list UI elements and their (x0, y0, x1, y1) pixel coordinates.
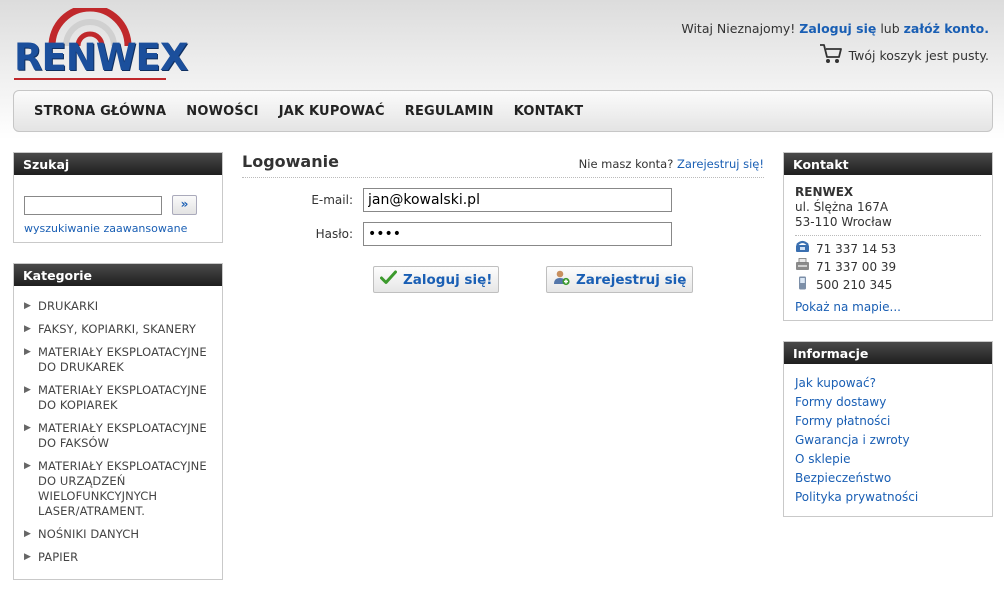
info-link-how-to-buy[interactable]: Jak kupować? (795, 376, 876, 390)
category-item-printer-supplies[interactable]: ▶ MATERIAŁY EKSPLOATACYJNE DO DRUKAREK (24, 345, 212, 375)
search-box: Szukaj » wyszukiwanie zaawansowane (13, 152, 223, 243)
info-link-security[interactable]: Bezpieczeństwo (795, 471, 891, 485)
cart-status: Twój koszyk jest pusty. (848, 48, 989, 63)
register-button-label: Zarejestruj się (576, 271, 687, 288)
logo-text: RENWEX (14, 36, 188, 79)
page-title: Logowanie (242, 152, 339, 171)
search-button[interactable]: » (172, 195, 197, 215)
password-label: Hasło: (315, 227, 353, 241)
nav-item-terms[interactable]: REGULAMIN (405, 104, 494, 119)
email-row: E-mail: (242, 188, 672, 212)
info-link-about[interactable]: O sklepie (795, 452, 851, 466)
nav-item-contact[interactable]: KONTAKT (514, 104, 584, 119)
category-list: ▶ DRUKARKI ▶ FAKSY, KOPIARKI, SKANERY ▶ MAT… (24, 299, 212, 565)
main-nav: STRONA GŁÓWNA NOWOŚCI JAK KUPOWAĆ REGULA… (13, 90, 993, 132)
triangle-right-icon: ▶ (24, 423, 31, 433)
mobile-row: 500 210 345 (795, 276, 981, 295)
no-account-text: Nie masz konta? (578, 157, 674, 171)
shopping-cart-icon[interactable] (819, 43, 843, 68)
mobile-phone-icon (795, 276, 810, 295)
city-address: 53-110 Wrocław (795, 215, 892, 229)
advanced-search-link[interactable]: wyszukiwanie zaawansowane (24, 222, 212, 235)
email-field[interactable] (363, 188, 672, 212)
info-link-warranty[interactable]: Gwarancja i zwroty (795, 433, 910, 447)
nav-item-home[interactable]: STRONA GŁÓWNA (34, 104, 166, 119)
phone-icon (795, 240, 810, 258)
categories-box-title: Kategorie (14, 264, 222, 286)
add-user-icon (553, 269, 570, 290)
categories-box: Kategorie ▶ DRUKARKI ▶ FAKSY, KOPIARKI, SK… (13, 263, 223, 580)
greeting-text: Witaj Nieznajomy! (681, 21, 796, 36)
register-now-link[interactable]: Zarejestruj się! (677, 157, 764, 171)
category-item-data-media[interactable]: ▶ NOŚNIKI DANYCH (24, 527, 212, 542)
triangle-right-icon: ▶ (24, 529, 31, 539)
cart-bar[interactable]: Twój koszyk jest pusty. (819, 43, 989, 68)
triangle-right-icon: ▶ (24, 324, 31, 334)
register-link[interactable]: załóż konto. (904, 21, 989, 36)
phone-number: 71 337 14 53 (816, 241, 897, 256)
search-input[interactable] (24, 195, 162, 215)
contact-box-title: Kontakt (784, 153, 992, 175)
category-item-fax-supplies[interactable]: ▶ MATERIAŁY EKSPLOATACYJNE DO FAKSÓW (24, 421, 212, 451)
fax-icon (795, 258, 810, 276)
user-bar: Witaj Nieznajomy! Zaloguj się lub załóż … (681, 21, 989, 36)
info-link-payment[interactable]: Formy płatności (795, 414, 890, 428)
info-link-list: Jak kupować? Formy dostawy Formy płatnoś… (795, 374, 981, 507)
login-section: Logowanie Nie masz konta? Zarejestruj si… (242, 152, 764, 178)
mobile-number: 500 210 345 (816, 278, 893, 292)
info-box: Informacje Jak kupować? Formy dostawy Fo… (783, 341, 993, 517)
login-button[interactable]: Zaloguj się! (373, 266, 500, 293)
category-item-fax-copiers[interactable]: ▶ FAKSY, KOPIARKI, SKANERY (24, 322, 212, 337)
triangle-right-icon: ▶ (24, 552, 31, 562)
contact-box: Kontakt RENWEX ul. Ślężna 167A 53-110 Wr… (783, 152, 993, 321)
logo[interactable]: RENWEX (12, 8, 188, 84)
password-field[interactable] (363, 222, 672, 246)
nav-item-how-to-buy[interactable]: JAK KUPOWAĆ (279, 104, 385, 119)
category-item-paper[interactable]: ▶ PAPIER (24, 550, 212, 565)
triangle-right-icon: ▶ (24, 385, 31, 395)
nav-item-news[interactable]: NOWOŚCI (186, 104, 258, 119)
triangle-right-icon: ▶ (24, 301, 31, 311)
logo-underline (14, 78, 166, 80)
info-link-delivery[interactable]: Formy dostawy (795, 395, 886, 409)
password-row: Hasło: (242, 222, 672, 246)
divider (795, 235, 981, 236)
category-item-copier-supplies[interactable]: ▶ MATERIAŁY EKSPLOATACYJNE DO KOPIAREK (24, 383, 212, 413)
search-box-title: Szukaj (14, 153, 222, 175)
no-account-note: Nie masz konta? Zarejestruj się! (579, 157, 764, 171)
info-link-privacy[interactable]: Polityka prywatności (795, 490, 918, 504)
street-address: ul. Ślężna 167A (795, 200, 889, 214)
show-map-link[interactable]: Pokaż na mapie... (795, 300, 981, 315)
category-item-printers[interactable]: ▶ DRUKARKI (24, 299, 212, 314)
fax-row: 71 337 00 39 (795, 258, 981, 276)
register-button[interactable]: Zarejestruj się (546, 266, 694, 293)
category-item-multifunction-supplies[interactable]: ▶ MATERIAŁY EKSPLOATACYJNE DO URZĄDZEŃ WI… (24, 459, 212, 519)
phone-row: 71 337 14 53 (795, 240, 981, 258)
email-label: E-mail: (311, 193, 353, 207)
separator-text: lub (880, 21, 900, 36)
fax-number: 71 337 00 39 (816, 259, 897, 274)
triangle-right-icon: ▶ (24, 347, 31, 357)
checkmark-icon (380, 270, 397, 289)
triangle-right-icon: ▶ (24, 461, 31, 471)
company-name: RENWEX (795, 185, 854, 199)
login-link[interactable]: Zaloguj się (799, 21, 876, 36)
info-box-title: Informacje (784, 342, 992, 364)
login-button-label: Zaloguj się! (403, 271, 493, 288)
